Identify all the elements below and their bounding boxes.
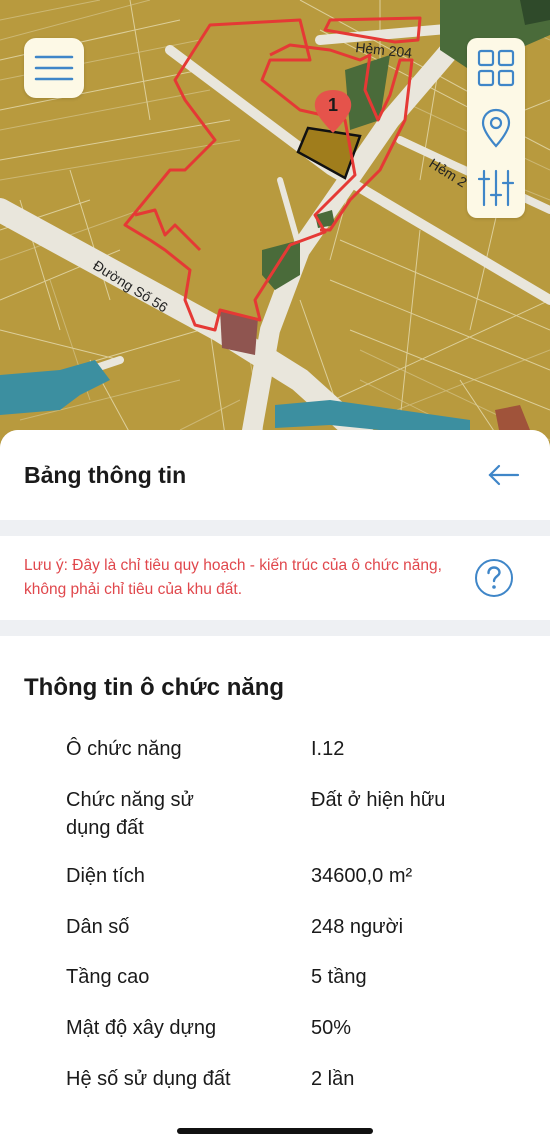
info-label: Mật độ xây dựng — [66, 1017, 217, 1039]
info-panel: Bảng thông tin Lưu ý: Đây là chỉ tiêu qu… — [0, 430, 550, 1142]
info-label: Hệ số sử dụng đất — [66, 1068, 231, 1090]
info-value: 248 người — [311, 916, 404, 938]
info-value: Đất ở hiện hữu — [311, 789, 446, 811]
panel-title: Bảng thông tin — [24, 462, 187, 488]
arrow-left-icon — [488, 464, 520, 486]
location-pin-icon — [481, 108, 511, 148]
panel-header: Bảng thông tin — [0, 430, 550, 520]
info-value: 34600,0 m² — [311, 865, 413, 887]
notice-text: Lưu ý: Đây là chỉ tiêu quy hoạch - kiến … — [24, 557, 442, 598]
info-label: Diện tích — [66, 865, 145, 887]
grid-icon — [477, 49, 515, 87]
info-value: 50% — [311, 1017, 352, 1039]
map-marker-label: 1 — [328, 95, 338, 115]
sliders-icon — [478, 169, 514, 207]
map-controls — [467, 38, 525, 218]
info-label: Dân số — [66, 916, 130, 938]
info-value: I.12 — [311, 738, 345, 760]
question-icon — [475, 559, 513, 597]
layers-button[interactable] — [467, 38, 525, 98]
info-value: 2 lần — [311, 1068, 355, 1090]
location-button[interactable] — [467, 98, 525, 158]
help-button[interactable] — [474, 558, 514, 598]
info-label: Ô chức năng — [66, 738, 182, 760]
back-button[interactable] — [484, 458, 524, 492]
notice-box: Lưu ý: Đây là chỉ tiêu quy hoạch - kiến … — [0, 536, 550, 620]
info-label: Chức năng sử dụng đất — [66, 789, 194, 839]
function-cell-info: Thông tin ô chức năng Ô chức năng I.12 C… — [0, 636, 550, 1142]
section-title: Thông tin ô chức năng — [24, 674, 285, 701]
menu-icon — [34, 55, 74, 81]
home-indicator — [177, 1128, 373, 1134]
menu-button[interactable] — [24, 38, 84, 98]
filter-button[interactable] — [467, 158, 525, 218]
info-label: Tầng cao — [66, 966, 150, 988]
map-view[interactable]: Hẻm 204 Đường Số 56 Hẻm 2 1 — [0, 0, 550, 470]
info-value: 5 tầng — [311, 966, 367, 988]
